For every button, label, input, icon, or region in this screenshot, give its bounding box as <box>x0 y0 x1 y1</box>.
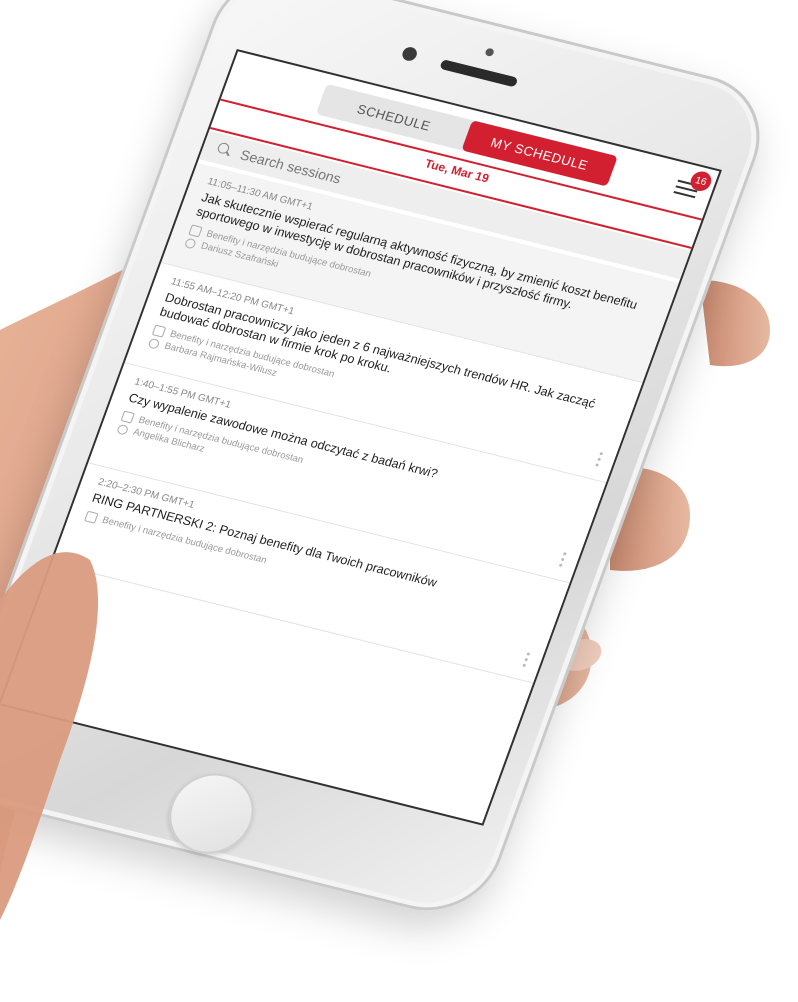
track-icon <box>84 510 99 524</box>
search-icon <box>215 142 233 159</box>
track-icon <box>151 324 167 338</box>
phone-screen: SCHEDULE MY SCHEDULE 16 Tue, Mar 19 11:0… <box>0 49 722 826</box>
more-options-icon[interactable] <box>522 652 531 668</box>
person-icon <box>147 337 161 350</box>
track-icon <box>188 224 203 238</box>
person-icon <box>116 423 130 436</box>
track-icon <box>120 410 135 424</box>
smartphone: SCHEDULE MY SCHEDULE 16 Tue, Mar 19 11:0… <box>0 0 780 926</box>
more-options-icon[interactable] <box>558 552 567 568</box>
photo-scene: SCHEDULE MY SCHEDULE 16 Tue, Mar 19 11:0… <box>0 0 798 1002</box>
person-icon <box>183 237 198 250</box>
